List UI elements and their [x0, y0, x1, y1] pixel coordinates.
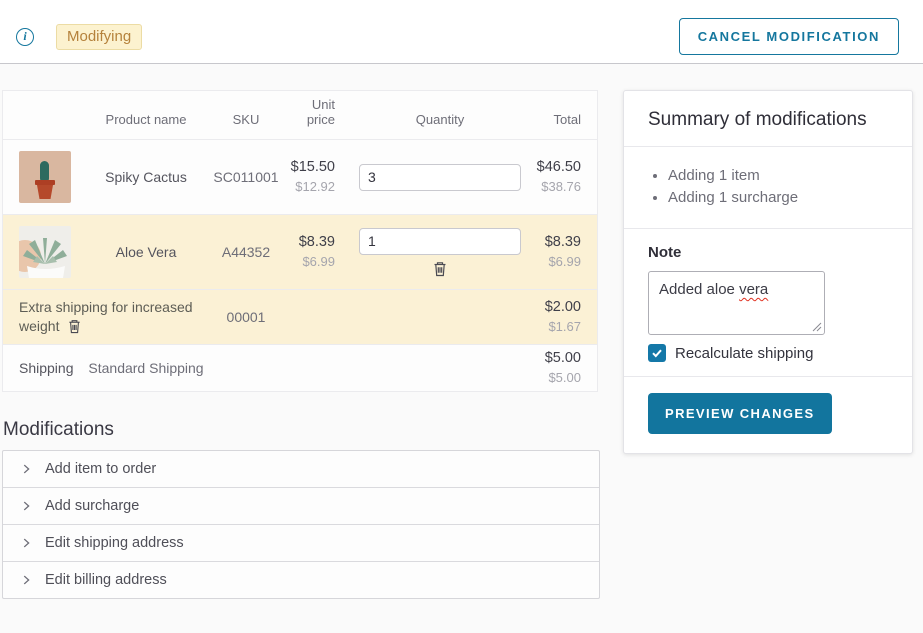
chevron-right-icon: [19, 573, 33, 587]
modifications-title: Modifications: [2, 419, 598, 441]
shipping-method: Standard Shipping: [87, 345, 205, 391]
unit-price: $8.39: [299, 233, 335, 253]
accordion-label: Add surcharge: [45, 498, 139, 514]
row-total: $46.50: [537, 158, 581, 178]
order-items-table: Product name SKU Unit price Quantity Tot…: [2, 90, 598, 392]
product-sku: A44352: [205, 215, 287, 289]
table-row-shipping: Shipping Standard Shipping $5.00 $5.00: [3, 344, 597, 391]
header-image-spacer: [3, 91, 87, 139]
remove-item-button[interactable]: [432, 260, 448, 277]
row-total-secondary: $38.76: [537, 178, 581, 196]
note-textarea[interactable]: Added aloe vera: [648, 271, 825, 335]
note-text-misspelled: vera: [739, 281, 768, 298]
header-quantity: Quantity: [349, 91, 531, 139]
quantity-input[interactable]: [359, 228, 521, 255]
unit-price-cell: $15.50 $12.92: [287, 140, 349, 214]
header-unit-price: Unit price: [287, 91, 349, 139]
row-total: $5.00: [545, 349, 581, 369]
summary-panel: Summary of modifications Adding 1 item A…: [623, 90, 913, 454]
summary-bullet: Adding 1 item: [668, 167, 888, 184]
main-content: Product name SKU Unit price Quantity Tot…: [0, 64, 923, 599]
product-name: Aloe Vera: [87, 215, 205, 289]
row-total-secondary: $5.00: [545, 369, 581, 387]
total-cell: $8.39 $6.99: [531, 215, 597, 289]
row-total-secondary: $1.67: [545, 318, 581, 336]
total-cell: $46.50 $38.76: [531, 140, 597, 214]
quantity-cell: [349, 215, 531, 289]
header-sku: SKU: [205, 91, 287, 139]
surcharge-sku: 00001: [205, 290, 287, 344]
surcharge-name: Extra shipping for increased weight: [19, 299, 193, 334]
spiky-cactus-image: [19, 151, 71, 203]
trash-icon: [67, 318, 82, 334]
accordion-add-surcharge[interactable]: Add surcharge: [3, 487, 599, 524]
chevron-right-icon: [19, 499, 33, 513]
summary-action-area: PREVIEW CHANGES: [624, 377, 912, 453]
order-column: Product name SKU Unit price Quantity Tot…: [2, 90, 598, 599]
remove-surcharge-button[interactable]: [67, 318, 82, 334]
summary-bullet: Adding 1 surcharge: [668, 189, 888, 206]
modifications-section: Modifications Add item to order Add surc…: [2, 419, 598, 599]
cancel-modification-button[interactable]: CANCEL MODIFICATION: [679, 18, 899, 55]
empty-cell: [349, 345, 531, 391]
unit-price-secondary: $6.99: [299, 253, 335, 271]
unit-price-secondary: $12.92: [291, 178, 335, 196]
table-row-spiky-cactus: Spiky Cactus SC011001 $15.50 $12.92 $46.…: [3, 139, 597, 214]
recalculate-shipping-label: Recalculate shipping: [675, 345, 813, 362]
preview-changes-button[interactable]: PREVIEW CHANGES: [648, 393, 832, 434]
row-total: $2.00: [545, 298, 581, 318]
note-section: Note Added aloe vera Recalculate shippin…: [624, 229, 912, 376]
aloe-vera-image: [19, 226, 71, 278]
unit-price-cell: $8.39 $6.99: [287, 215, 349, 289]
product-image-cell: [3, 140, 87, 214]
row-total-secondary: $6.99: [545, 253, 581, 271]
header-total: Total: [531, 91, 597, 139]
chevron-right-icon: [19, 462, 33, 476]
surcharge-name-cell: Extra shipping for increased weight: [3, 290, 205, 344]
top-bar: i Modifying CANCEL MODIFICATION: [0, 0, 923, 64]
product-sku: SC011001: [205, 140, 287, 214]
summary-bullet-list: Adding 1 item Adding 1 surcharge: [624, 147, 912, 228]
summary-title: Summary of modifications: [624, 91, 912, 146]
table-row-surcharge: Extra shipping for increased weight 0000…: [3, 289, 597, 344]
info-icon[interactable]: i: [16, 28, 34, 46]
empty-cell: [287, 290, 349, 344]
modifications-accordion: Add item to order Add surcharge Edit shi…: [2, 450, 600, 599]
note-label: Note: [648, 244, 888, 261]
total-cell: $5.00 $5.00: [531, 345, 597, 391]
product-name: Spiky Cactus: [87, 140, 205, 214]
unit-price: $15.50: [291, 158, 335, 178]
accordion-edit-billing-address[interactable]: Edit billing address: [3, 561, 599, 598]
shipping-label: Shipping: [3, 345, 87, 391]
accordion-edit-shipping-address[interactable]: Edit shipping address: [3, 524, 599, 561]
empty-cell: [205, 345, 287, 391]
table-header-row: Product name SKU Unit price Quantity Tot…: [3, 91, 597, 139]
summary-column: Summary of modifications Adding 1 item A…: [623, 90, 913, 454]
table-row-aloe-vera: Aloe Vera A44352 $8.39 $6.99: [3, 214, 597, 289]
row-total: $8.39: [545, 233, 581, 253]
trash-icon: [432, 260, 448, 277]
quantity-cell: [349, 140, 531, 214]
recalculate-shipping-checkbox-row[interactable]: Recalculate shipping: [648, 344, 888, 362]
resize-handle-icon[interactable]: [812, 322, 822, 332]
empty-cell: [287, 345, 349, 391]
total-cell: $2.00 $1.67: [531, 290, 597, 344]
accordion-label: Edit billing address: [45, 572, 167, 588]
header-product-name: Product name: [87, 91, 205, 139]
accordion-add-item-to-order[interactable]: Add item to order: [3, 451, 599, 487]
note-text: Added aloe: [659, 281, 739, 298]
checkbox-checked-icon[interactable]: [648, 344, 666, 362]
empty-cell: [349, 290, 531, 344]
quantity-input[interactable]: [359, 164, 521, 191]
status-badge: Modifying: [56, 24, 142, 50]
chevron-right-icon: [19, 536, 33, 550]
product-image-cell: [3, 215, 87, 289]
accordion-label: Edit shipping address: [45, 535, 184, 551]
accordion-label: Add item to order: [45, 461, 156, 477]
